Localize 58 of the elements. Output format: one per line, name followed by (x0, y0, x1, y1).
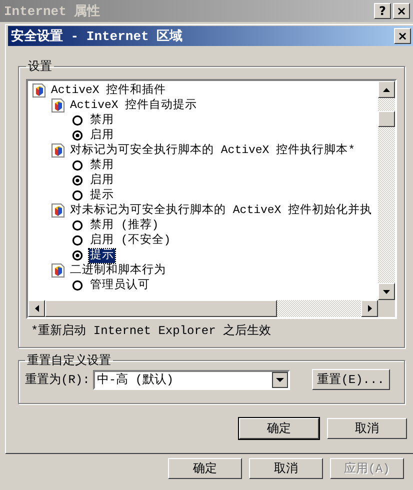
option-label[interactable]: 禁用 (89, 158, 115, 172)
scroll-up-button[interactable] (378, 81, 395, 98)
radio-button[interactable] (72, 280, 83, 291)
group-label: 设置 (27, 59, 53, 75)
caret-up-icon (383, 88, 390, 92)
help-button[interactable]: ? (374, 3, 391, 19)
settings-list[interactable]: ActiveX 控件和插件 ActiveX 控件自动提示 禁用 启用 对标记为可安全执行脚本的 ActiveX 控件执行脚本* 禁用 启用 提示 对未标记为可安全执行脚本的 ActiveX 控件初始化并执 禁用 (推荐) 启用 (不安全) 提示 二进制和脚本行为 管理员认可 (26, 79, 397, 319)
caret-left-icon (34, 305, 38, 312)
scroll-left-button[interactable] (28, 300, 45, 317)
cancel-button[interactable]: 取消 (327, 418, 407, 439)
setting-category: ActiveX 控件自动提示 (69, 98, 198, 112)
dropdown-icon[interactable] (272, 372, 288, 388)
ok-button[interactable]: 确定 (239, 418, 319, 439)
option-label[interactable]: 提示 (89, 188, 115, 202)
reset-button[interactable]: 重置(E)... (312, 369, 390, 390)
radio-button[interactable] (72, 190, 83, 201)
scroll-thumb[interactable] (378, 111, 395, 127)
radio-button[interactable] (72, 175, 83, 186)
option-label[interactable]: 提示 (89, 248, 115, 262)
restart-note: *重新启动 Internet Explorer 之后生效 (30, 323, 272, 339)
caret-right-icon (368, 305, 372, 312)
horizontal-scrollbar[interactable] (28, 300, 378, 317)
option-label[interactable]: 启用 (89, 174, 115, 188)
group-label: 重置自定义设置 (26, 353, 112, 369)
settings-page-icon (51, 203, 65, 218)
scroll-down-button[interactable] (378, 283, 395, 300)
close-button[interactable]: × (394, 28, 411, 44)
settings-page-icon (51, 98, 65, 113)
setting-category: 对未标记为可安全执行脚本的 ActiveX 控件初始化并执 (69, 204, 374, 218)
radio-button[interactable] (72, 160, 83, 171)
dialog-title: 安全设置 - Internet 区域 (11, 28, 183, 45)
settings-page-icon (51, 143, 65, 158)
option-label[interactable]: 启用 (89, 128, 115, 142)
radio-button[interactable] (72, 115, 83, 126)
level-dropdown[interactable]: 中-高 (默认) (92, 370, 290, 390)
setting-category: ActiveX 控件和插件 (50, 84, 168, 98)
radio-button[interactable] (72, 220, 83, 231)
option-label[interactable]: 启用 (不安全) (89, 234, 172, 248)
reset-label: 重置为(R): (25, 372, 90, 388)
option-label[interactable]: 禁用 (89, 114, 115, 128)
radio-button[interactable] (72, 250, 83, 261)
option-label[interactable]: 禁用 (推荐) (89, 218, 160, 232)
scrollbar-corner (378, 300, 395, 317)
settings-page-icon (32, 83, 46, 98)
radio-button[interactable] (72, 235, 83, 246)
cancel-button[interactable]: 取消 (249, 458, 323, 479)
vertical-scrollbar[interactable] (378, 81, 395, 300)
setting-category: 对标记为可安全执行脚本的 ActiveX 控件执行脚本* (69, 144, 356, 158)
radio-button[interactable] (72, 130, 83, 141)
caret-down-icon (383, 290, 390, 294)
setting-category: 二进制和脚本行为 (69, 264, 167, 278)
close-button[interactable]: × (393, 3, 410, 19)
scroll-right-button[interactable] (361, 300, 378, 317)
scroll-thumb[interactable] (45, 300, 277, 317)
window-title: Internet 属性 (4, 3, 100, 20)
ok-button[interactable]: 确定 (168, 458, 242, 479)
option-label[interactable]: 管理员认可 (89, 278, 151, 292)
settings-page-icon (51, 263, 65, 278)
